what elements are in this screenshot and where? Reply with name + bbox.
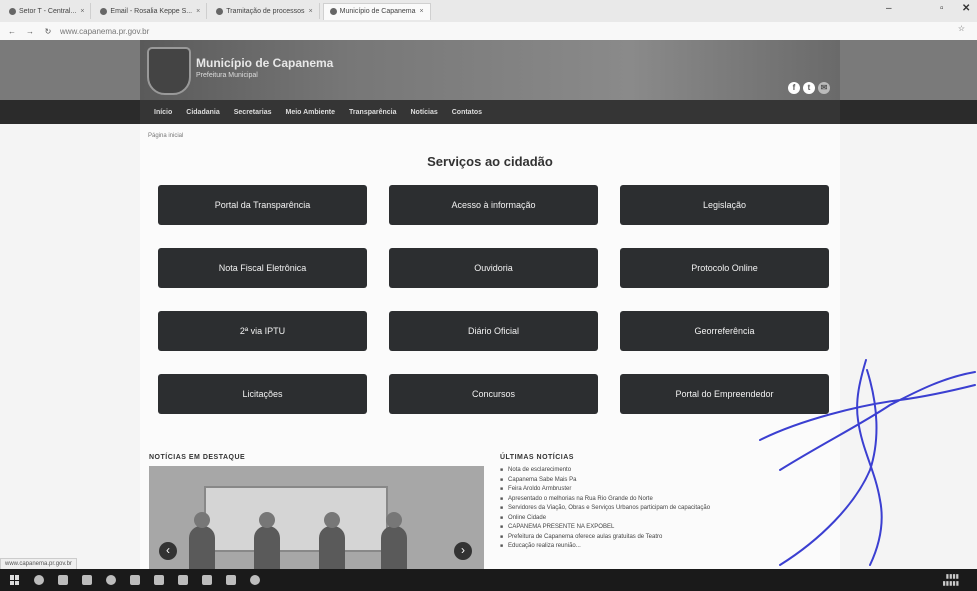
search-icon[interactable] <box>34 575 44 585</box>
tab-label: Tramitação de processos <box>226 7 305 15</box>
tab-close-icon[interactable]: × <box>196 8 200 15</box>
service-button-concursos[interactable]: Concursos <box>389 374 598 414</box>
news-item[interactable]: Servidores da Viação, Obras e Serviços U… <box>500 504 800 514</box>
app-icon[interactable] <box>250 575 260 585</box>
service-button-empreendedor[interactable]: Portal do Empreendedor <box>620 374 829 414</box>
browser-tab-2[interactable]: Email - Rosalia Keppe S... × <box>94 3 208 19</box>
tab-label: Município de Capanema <box>339 8 416 15</box>
reload-icon[interactable]: ↻ <box>42 27 54 36</box>
site-title[interactable]: Município de Capanema <box>196 56 333 70</box>
windows-taskbar <box>0 569 977 591</box>
menu-item-meio-ambiente[interactable]: Meio Ambiente <box>286 109 336 116</box>
browser-tab-1[interactable]: Setor T - Central... × <box>3 3 92 19</box>
url-input[interactable]: www.capanema.pr.gov.br <box>60 27 149 36</box>
carousel-next-icon[interactable]: › <box>454 542 472 560</box>
service-button-acesso-informacao[interactable]: Acesso à informação <box>389 185 598 225</box>
task-view-icon[interactable] <box>58 575 68 585</box>
menu-item-contatos[interactable]: Contatos <box>452 109 482 116</box>
app-icon[interactable] <box>130 575 140 585</box>
browser-tab-4[interactable]: Município de Capanema × <box>322 2 431 20</box>
tab-favicon-icon <box>216 7 224 15</box>
service-button-georreferencia[interactable]: Georreferência <box>620 311 829 351</box>
services-heading: Serviços ao cidadão <box>427 154 553 169</box>
main-menu: Início Cidadania Secretarias Meio Ambien… <box>140 100 840 124</box>
tab-label: Setor T - Central... <box>19 7 77 15</box>
featured-news-photo[interactable]: ‹ › <box>149 466 484 570</box>
tab-favicon-icon <box>100 7 108 15</box>
featured-news-heading: NOTÍCIAS EM DESTAQUE <box>149 454 246 461</box>
site-subtitle: Prefeitura Municipal <box>196 72 258 79</box>
tab-close-icon[interactable]: × <box>420 8 424 15</box>
minimize-icon[interactable]: – <box>886 3 892 14</box>
breadcrumb[interactable]: Página inicial <box>148 133 183 139</box>
tab-close-icon[interactable]: × <box>309 8 313 15</box>
app-icon[interactable] <box>226 575 236 585</box>
news-item[interactable]: Educação realiza reunião... <box>500 542 800 552</box>
news-item[interactable]: Nota de esclarecimento <box>500 466 800 476</box>
twitter-icon[interactable]: t <box>803 82 815 94</box>
forward-icon[interactable]: → <box>24 27 36 36</box>
menu-item-cidadania[interactable]: Cidadania <box>186 109 219 116</box>
app-icon[interactable] <box>154 575 164 585</box>
news-item[interactable]: Capanema Sabe Mais Pa <box>500 476 800 486</box>
service-button-licitacoes[interactable]: Licitações <box>158 374 367 414</box>
news-item[interactable]: Feira Aroldo Armbruster <box>500 485 800 495</box>
news-item[interactable]: Apresentado o melhorias na Rua Rio Grand… <box>500 495 800 505</box>
photo-person <box>381 512 407 570</box>
tab-favicon-icon <box>329 8 337 15</box>
close-window-icon[interactable]: ✕ <box>962 3 970 14</box>
latest-news-heading: ÚLTIMAS NOTÍCIAS <box>500 454 574 461</box>
menu-item-noticias[interactable]: Notícias <box>411 109 438 116</box>
photo-person <box>254 512 280 570</box>
news-item[interactable]: Online Cidade <box>500 514 800 524</box>
back-icon[interactable]: ← <box>6 27 18 36</box>
header-banner <box>140 40 840 100</box>
photo-wall <box>204 486 388 552</box>
service-button-legislacao[interactable]: Legislação <box>620 185 829 225</box>
service-button-transparencia[interactable]: Portal da Transparência <box>158 185 367 225</box>
menu-item-secretarias[interactable]: Secretarias <box>234 109 272 116</box>
file-explorer-icon[interactable] <box>82 575 92 585</box>
service-button-iptu[interactable]: 2ª via IPTU <box>158 311 367 351</box>
menu-item-inicio[interactable]: Início <box>154 109 172 116</box>
tab-label: Email - Rosalia Keppe S... <box>110 7 193 15</box>
bookmark-star-icon[interactable]: ☆ <box>958 24 965 33</box>
app-icon[interactable] <box>202 575 212 585</box>
carousel-prev-icon[interactable]: ‹ <box>159 542 177 560</box>
photo-person <box>319 512 345 570</box>
news-item[interactable]: CAPANEMA PRESENTE NA EXPOBEL <box>500 523 800 533</box>
coat-of-arms-logo[interactable] <box>147 47 191 95</box>
browser-tabbar: Setor T - Central... × Email - Rosalia Ke… <box>0 0 977 22</box>
service-button-ouvidoria[interactable]: Ouvidoria <box>389 248 598 288</box>
tab-favicon-icon <box>9 7 16 15</box>
email-icon[interactable]: ✉ <box>818 82 830 94</box>
menu-item-transparencia[interactable]: Transparência <box>349 109 396 116</box>
maximize-icon[interactable]: ▫ <box>940 3 944 14</box>
app-icon[interactable] <box>178 575 188 585</box>
latest-news-list: Nota de esclarecimento Capanema Sabe Mai… <box>500 466 800 552</box>
tab-close-icon[interactable]: × <box>80 8 84 15</box>
chrome-icon[interactable] <box>106 575 116 585</box>
service-button-protocolo[interactable]: Protocolo Online <box>620 248 829 288</box>
news-item[interactable]: Prefeitura de Capanema oferece aulas gra… <box>500 533 800 543</box>
service-button-nota-fiscal[interactable]: Nota Fiscal Eletrônica <box>158 248 367 288</box>
photo-person <box>189 512 215 570</box>
facebook-icon[interactable]: f <box>788 82 800 94</box>
service-button-diario-oficial[interactable]: Diário Oficial <box>389 311 598 351</box>
system-clock[interactable]: ▮▮▮▮ ▮▮▮▮▮ <box>942 574 959 588</box>
browser-tab-3[interactable]: Tramitação de processos × <box>210 3 320 19</box>
address-bar: ← → ↻ www.capanema.pr.gov.br ☆ <box>0 22 977 41</box>
start-menu-icon[interactable] <box>10 575 20 585</box>
